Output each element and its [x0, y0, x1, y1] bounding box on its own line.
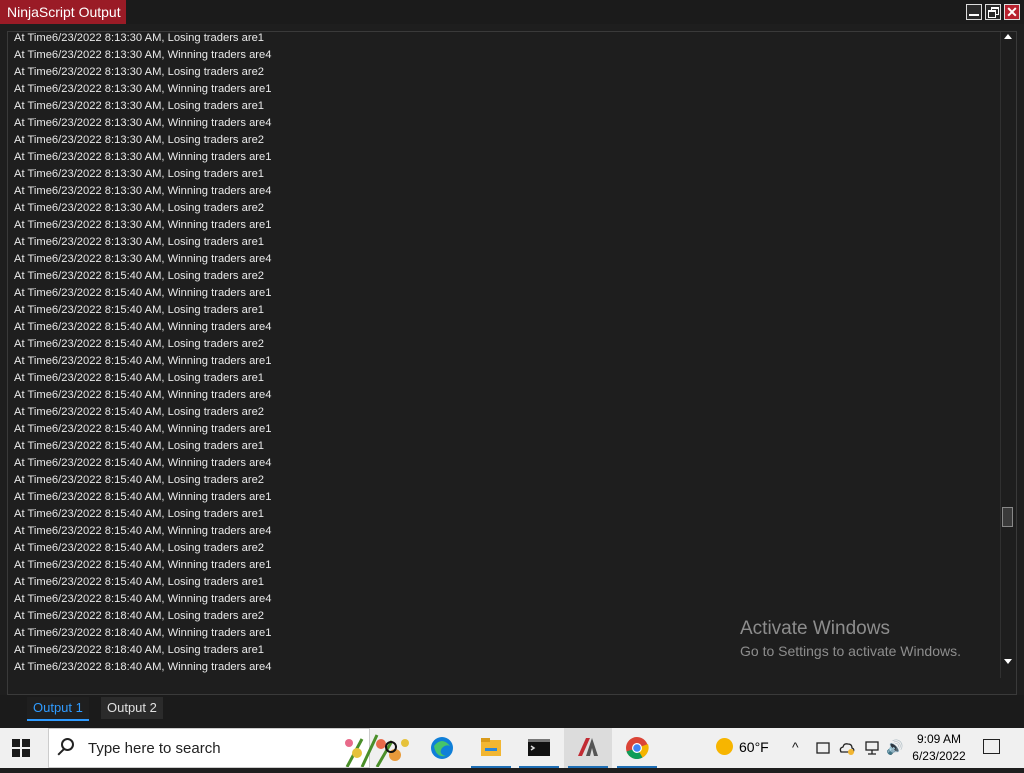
log-line: At Time6/23/2022 8:13:30 AM, Losing trad… [14, 168, 265, 180]
windows-start-icon[interactable] [12, 739, 30, 757]
tab-output-1[interactable]: Output 1 [27, 697, 89, 721]
taskbar-clock[interactable]: 9:09 AM 6/23/2022 [904, 731, 974, 765]
log-line: At Time6/23/2022 8:15:40 AM, Winning tra… [14, 491, 272, 503]
edge-icon[interactable] [418, 728, 466, 768]
vertical-scrollbar[interactable] [1000, 32, 1015, 678]
terminal-icon[interactable] [515, 728, 563, 768]
output-tabs: Output 1 Output 2 [0, 695, 1024, 728]
log-line: At Time6/23/2022 8:13:30 AM, Winning tra… [14, 185, 272, 197]
log-line: At Time6/23/2022 8:18:40 AM, Winning tra… [14, 661, 272, 673]
weather-widget[interactable]: 60°F [716, 738, 769, 755]
search-placeholder: Type here to search [88, 740, 221, 757]
watermark-subtitle: Go to Settings to activate Windows. [740, 643, 961, 659]
log-line: At Time6/23/2022 8:18:40 AM, Winning tra… [14, 627, 272, 639]
volume-icon[interactable]: 🔊 [886, 739, 903, 756]
log-line: At Time6/23/2022 8:15:40 AM, Losing trad… [14, 440, 265, 452]
restore-icon[interactable] [985, 4, 1001, 20]
log-line: At Time6/23/2022 8:15:40 AM, Winning tra… [14, 525, 272, 537]
log-line: At Time6/23/2022 8:13:30 AM, Losing trad… [14, 134, 265, 146]
log-line: At Time6/23/2022 8:15:40 AM, Winning tra… [14, 287, 272, 299]
log-line: At Time6/23/2022 8:15:40 AM, Losing trad… [14, 542, 265, 554]
log-line: At Time6/23/2022 8:13:30 AM, Winning tra… [14, 253, 272, 265]
meet-now-icon[interactable] [816, 740, 830, 756]
show-hidden-icons-icon[interactable]: ^ [792, 739, 799, 755]
log-line: At Time6/23/2022 8:13:30 AM, Losing trad… [14, 100, 265, 112]
weather-temp: 60°F [739, 739, 769, 755]
log-line: At Time6/23/2022 8:13:30 AM, Losing trad… [14, 236, 265, 248]
log-line: At Time6/23/2022 8:15:40 AM, Losing trad… [14, 508, 265, 520]
window-titlebar: NinjaScript Output ✕ [0, 0, 1024, 24]
log-line: At Time6/23/2022 8:15:40 AM, Winning tra… [14, 321, 272, 333]
log-line: At Time6/23/2022 8:15:40 AM, Losing trad… [14, 406, 265, 418]
log-line: At Time6/23/2022 8:13:30 AM, Winning tra… [14, 117, 272, 129]
onedrive-icon[interactable] [838, 740, 856, 756]
log-line: At Time6/23/2022 8:15:40 AM, Winning tra… [14, 559, 272, 571]
output-log: At Time6/23/2022 8:13:30 AM, Losing trad… [14, 32, 1004, 674]
chrome-icon[interactable] [613, 728, 661, 768]
log-line: At Time6/23/2022 8:13:30 AM, Winning tra… [14, 83, 272, 95]
log-line: At Time6/23/2022 8:15:40 AM, Losing trad… [14, 474, 265, 486]
scroll-down-icon[interactable] [1004, 659, 1012, 664]
tab-output-2[interactable]: Output 2 [101, 697, 163, 719]
log-line: At Time6/23/2022 8:13:30 AM, Losing trad… [14, 66, 265, 78]
log-line: At Time6/23/2022 8:15:40 AM, Losing trad… [14, 338, 265, 350]
log-line: At Time6/23/2022 8:15:40 AM, Losing trad… [14, 372, 265, 384]
log-line: At Time6/23/2022 8:15:40 AM, Losing trad… [14, 576, 265, 588]
log-line: At Time6/23/2022 8:13:30 AM, Losing trad… [14, 32, 265, 44]
windows-taskbar: Type here to search 60°F ^ 🔊 9:09 AM 6/2… [0, 728, 1024, 768]
scroll-thumb[interactable] [1002, 507, 1013, 527]
log-list: At Time6/23/2022 8:13:30 AM, Losing trad… [14, 32, 271, 674]
log-line: At Time6/23/2022 8:15:40 AM, Winning tra… [14, 593, 272, 605]
minimize-icon[interactable] [966, 4, 982, 20]
log-line: At Time6/23/2022 8:13:30 AM, Winning tra… [14, 219, 272, 231]
close-icon[interactable]: ✕ [1004, 4, 1020, 20]
activate-windows-watermark: Activate Windows Go to Settings to activ… [740, 618, 961, 659]
window-title: NinjaScript Output [0, 0, 126, 24]
log-line: At Time6/23/2022 8:13:30 AM, Losing trad… [14, 202, 265, 214]
notification-icon[interactable] [983, 739, 1000, 754]
log-line: At Time6/23/2022 8:18:40 AM, Losing trad… [14, 644, 265, 656]
log-line: At Time6/23/2022 8:15:40 AM, Winning tra… [14, 389, 272, 401]
ninjatrader-icon[interactable] [564, 728, 612, 768]
log-line: At Time6/23/2022 8:15:40 AM, Losing trad… [14, 304, 265, 316]
log-line: At Time6/23/2022 8:13:30 AM, Winning tra… [14, 151, 272, 163]
file-explorer-icon[interactable] [467, 728, 515, 768]
clock-time: 9:09 AM [916, 732, 962, 746]
log-line: At Time6/23/2022 8:15:40 AM, Losing trad… [14, 270, 265, 282]
log-line: At Time6/23/2022 8:15:40 AM, Winning tra… [14, 457, 272, 469]
scroll-up-icon[interactable] [1004, 34, 1012, 39]
log-line: At Time6/23/2022 8:13:30 AM, Winning tra… [14, 49, 272, 61]
log-line: At Time6/23/2022 8:18:40 AM, Losing trad… [14, 610, 265, 622]
log-line: At Time6/23/2022 8:15:40 AM, Winning tra… [14, 423, 272, 435]
log-line: At Time6/23/2022 8:15:40 AM, Winning tra… [14, 355, 272, 367]
taskbar-search-input[interactable]: Type here to search [48, 728, 409, 768]
output-panel: At Time6/23/2022 8:13:30 AM, Losing trad… [7, 31, 1017, 695]
search-icon [61, 738, 74, 751]
watermark-title: Activate Windows [740, 618, 890, 639]
cortana-icon[interactable] [368, 728, 416, 768]
clock-date: 6/23/2022 [912, 749, 966, 763]
weather-sun-icon [716, 738, 733, 755]
network-icon[interactable] [864, 740, 880, 756]
